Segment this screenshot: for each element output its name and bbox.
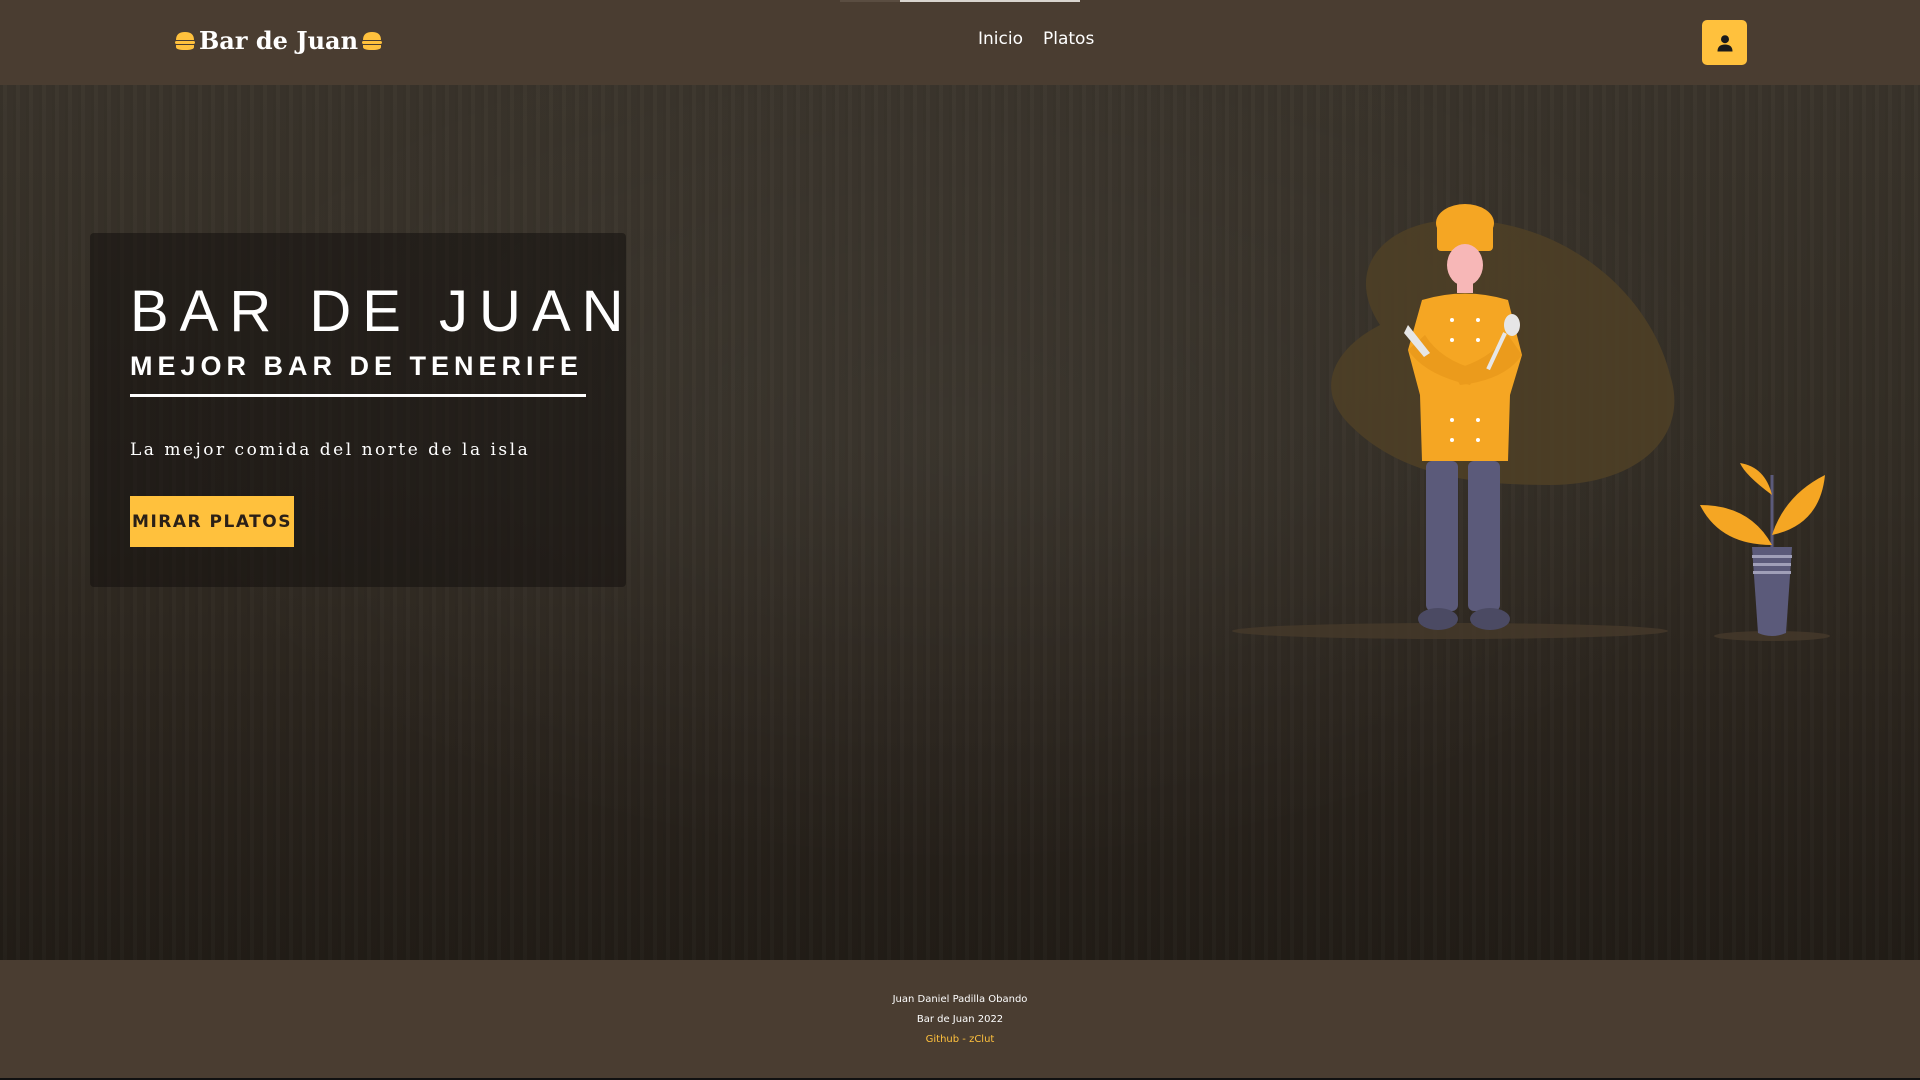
hero-subtitle: MEJOR BAR DE TENERIFE — [130, 351, 584, 381]
user-account-button[interactable] — [1702, 20, 1747, 65]
view-dishes-button[interactable]: MIRAR PLATOS — [130, 496, 294, 547]
main-nav: Inicio Platos — [978, 29, 1094, 49]
footer-copyright: Bar de Juan 2022 — [916, 1014, 1004, 1025]
hero-divider — [130, 394, 586, 397]
burger-icon — [175, 31, 195, 50]
brand-logo[interactable]: Bar de Juan — [173, 26, 384, 55]
nav-item-inicio[interactable]: Inicio — [978, 29, 1023, 49]
hero-card: BAR DE JUAN MEJOR BAR DE TENERIFE La mej… — [90, 233, 626, 587]
hero-tagline: La mejor comida del norte de la isla — [130, 440, 531, 460]
brand-name: Bar de Juan — [199, 26, 359, 55]
navbar: Bar de Juan Inicio Platos — [0, 0, 1920, 85]
user-icon — [1717, 34, 1732, 51]
github-link[interactable]: Github - zClut — [926, 1034, 995, 1045]
footer-author: Juan Daniel Padilla Obando — [892, 994, 1028, 1005]
footer: Juan Daniel Padilla Obando Bar de Juan 2… — [0, 960, 1920, 1078]
hero-section: BAR DE JUAN MEJOR BAR DE TENERIFE La mej… — [0, 85, 1920, 960]
burger-icon — [362, 31, 383, 50]
nav-item-platos[interactable]: Platos — [1043, 29, 1094, 49]
page-progress-indicator — [840, 0, 1080, 2]
hero-title: BAR DE JUAN — [130, 279, 635, 344]
hero-illustration — [1232, 204, 1830, 641]
plant-pot-icon — [1700, 463, 1825, 636]
